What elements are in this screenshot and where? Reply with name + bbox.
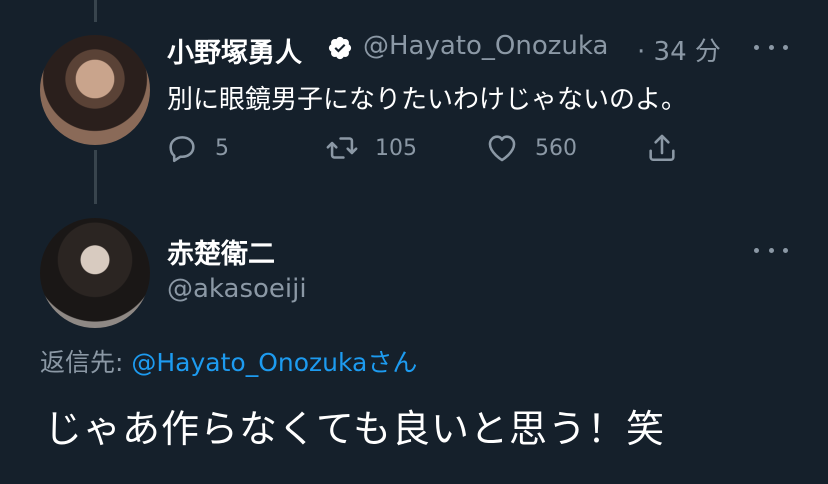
reply-icon [169,136,195,163]
retweet-button[interactable]: 105 [325,130,417,166]
like-button[interactable]: 560 [485,130,577,166]
replying-to: 返信先: @Hayato_Onozukaさん [40,343,417,379]
share-icon [649,134,675,162]
verified-badge-icon [328,36,352,60]
avatar[interactable] [40,218,150,328]
tweet-text: じゃあ作らなくても良いと思う！笑 [44,407,665,451]
like-count: 560 [535,135,577,161]
thread-line-top [94,0,97,22]
replying-to-label: 返信先: [40,348,132,377]
mention-suffix: さん [367,348,418,377]
share-button[interactable] [645,130,679,166]
timestamp[interactable]: · 34 分 [637,31,721,68]
reply-count: 5 [215,135,229,161]
retweet-count: 105 [375,135,417,161]
heart-icon [488,135,516,162]
more-options-icon[interactable] [754,245,788,255]
user-handle[interactable]: @Hayato_Onozuka [363,31,608,61]
user-handle[interactable]: @akasoeiji [167,274,307,304]
reply-button[interactable]: 5 [165,130,229,166]
retweet-icon [326,137,358,159]
mention-link[interactable]: @Hayato_Onozuka [131,348,367,377]
avatar[interactable] [40,35,150,145]
more-options-icon[interactable] [754,42,788,52]
thread-line-mid [94,150,97,204]
display-name[interactable]: 小野塚勇人 [167,31,302,70]
display-name[interactable]: 赤楚衛二 [167,232,275,271]
tweet-text: 別に眼鏡男子になりたいわけじゃないのよ。 [167,85,688,115]
